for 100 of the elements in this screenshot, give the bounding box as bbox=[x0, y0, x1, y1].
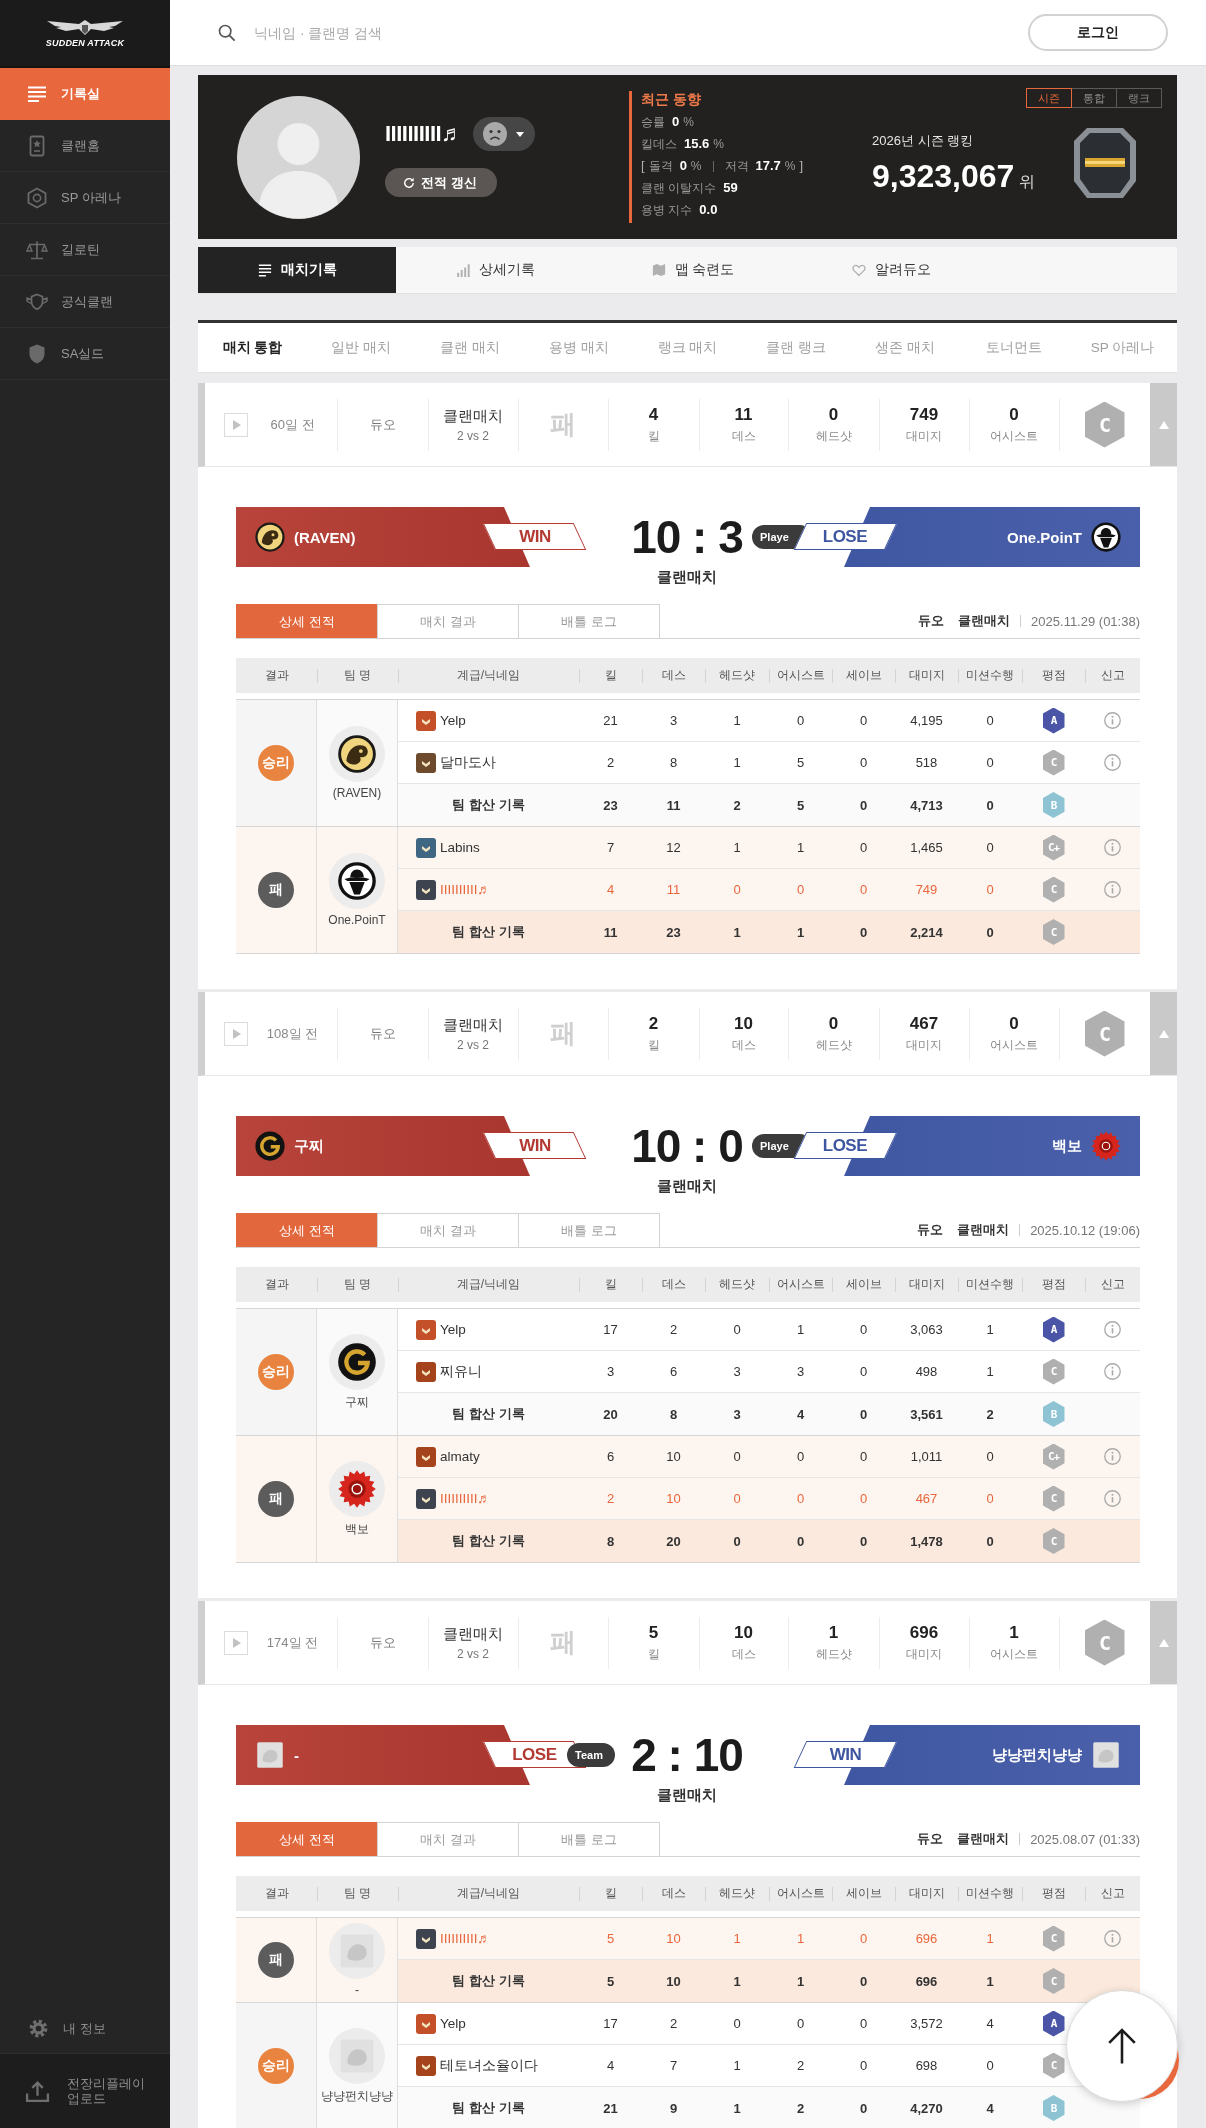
table-cell-text: 1 bbox=[795, 923, 806, 942]
main-tab[interactable]: 상세기록 bbox=[396, 247, 594, 293]
replay-upload-link[interactable]: 전장리플레이 업로드 bbox=[0, 2054, 170, 2128]
sidebar-item[interactable]: SP 아레나 bbox=[0, 172, 170, 224]
mode-filter-tab[interactable]: 토너먼트 bbox=[959, 323, 1069, 372]
mode-filter-tab[interactable]: SP 아레나 bbox=[1068, 323, 1177, 372]
match-format: 2 vs 2 bbox=[457, 1646, 489, 1661]
detail-tab[interactable]: 상세 전적 bbox=[236, 1213, 378, 1247]
player-name[interactable]: 테토녀소율이다 bbox=[440, 2056, 538, 2075]
info-icon[interactable] bbox=[1104, 839, 1121, 856]
player-name[interactable]: Labins bbox=[440, 840, 480, 855]
info-icon[interactable] bbox=[1104, 1363, 1121, 1380]
player-name[interactable]: IIIIIIIIII♬ bbox=[440, 1931, 491, 1946]
play-icon[interactable] bbox=[224, 412, 248, 437]
table-cell-text: 3 bbox=[668, 712, 679, 730]
table-cell-text: 10 bbox=[665, 1972, 682, 1991]
search-icon bbox=[218, 23, 236, 42]
mode-filter-tab[interactable]: 일반 매치 bbox=[306, 323, 416, 372]
info-icon[interactable] bbox=[1104, 712, 1121, 729]
main-tab[interactable]: 매치기록 bbox=[198, 247, 396, 293]
info-icon[interactable] bbox=[1104, 881, 1121, 898]
player-name[interactable]: almaty bbox=[440, 1449, 480, 1464]
match-type: 클랜매치 bbox=[657, 1176, 717, 1196]
info-icon[interactable] bbox=[1104, 1448, 1121, 1465]
team-name: 구찌 bbox=[345, 1393, 369, 1411]
login-button[interactable]: 로그인 bbox=[1028, 14, 1168, 51]
collapse-button[interactable] bbox=[1150, 992, 1177, 1075]
stat-label: 대미지 bbox=[906, 1036, 942, 1054]
mode-filter-tab[interactable]: 랭크 매치 bbox=[633, 323, 742, 372]
table-cell-text: 4,270 bbox=[909, 2099, 944, 2118]
player-name[interactable]: 찌유니 bbox=[440, 1362, 482, 1381]
detail-tab[interactable]: 매치 결과 bbox=[377, 1822, 519, 1856]
table-cell-text: 3,572 bbox=[909, 2015, 944, 2033]
result-badge: 패 bbox=[258, 872, 294, 908]
winged-logo-icon bbox=[45, 18, 125, 36]
info-icon[interactable] bbox=[1104, 754, 1121, 771]
table-cell-text: 698 bbox=[914, 2057, 939, 2075]
sidebar-item[interactable]: SA실드 bbox=[0, 328, 170, 380]
mode-filter-tab[interactable]: 생존 매치 bbox=[850, 323, 960, 372]
table-cell-text: 4,195 bbox=[909, 712, 944, 730]
player-name[interactable]: IIIIIIIIII♬ bbox=[440, 1491, 491, 1506]
detail-tab[interactable]: 상세 전적 bbox=[236, 604, 378, 638]
refresh-button[interactable]: 전적 갱신 bbox=[385, 168, 497, 197]
info-icon[interactable] bbox=[1104, 1321, 1121, 1338]
match-mode: 클랜매치 bbox=[443, 406, 503, 426]
table-cell-text: 21 bbox=[602, 2099, 619, 2118]
mode-filter-tab[interactable]: 클랜 매치 bbox=[415, 323, 525, 372]
table-cell-text: 7 bbox=[605, 839, 616, 857]
player-name[interactable]: IIIIIIIIII♬ bbox=[440, 882, 491, 897]
table-cell-text: 1 bbox=[732, 2099, 742, 2118]
mood-dropdown[interactable] bbox=[472, 117, 535, 151]
grade-badge: C+ bbox=[1042, 834, 1065, 861]
grade-badge: C bbox=[1042, 1925, 1065, 1952]
detail-tab[interactable]: 매치 결과 bbox=[377, 1213, 519, 1247]
table-cell-text: 23 bbox=[602, 796, 619, 815]
main-tab[interactable]: 알려듀오 bbox=[792, 247, 990, 293]
stat-label: 데스 bbox=[731, 1645, 756, 1663]
ranking-tab[interactable]: 통합 bbox=[1071, 88, 1117, 108]
stat-label: 데스 bbox=[731, 1036, 756, 1054]
info-icon[interactable] bbox=[1104, 1930, 1121, 1947]
play-icon[interactable] bbox=[224, 1021, 248, 1046]
play-icon[interactable] bbox=[224, 1630, 248, 1655]
player-name[interactable]: Yelp bbox=[440, 1322, 466, 1337]
stat-label: 클랜 이탈지수 bbox=[641, 180, 717, 197]
mode-filter-tab[interactable]: 매치 통합 bbox=[198, 323, 307, 372]
detail-tab[interactable]: 매치 결과 bbox=[377, 604, 519, 638]
sidebar-item[interactable]: 클랜홈 bbox=[0, 120, 170, 172]
sidebar-item[interactable]: 길로틴 bbox=[0, 224, 170, 276]
detail-tab[interactable]: 상세 전적 bbox=[236, 1822, 378, 1856]
detail-tab[interactable]: 배틀 로그 bbox=[518, 604, 660, 638]
table-cell-text: 0 bbox=[732, 2015, 742, 2033]
player-name[interactable]: Yelp bbox=[440, 2016, 466, 2031]
main-tab[interactable]: 맵 숙련도 bbox=[594, 247, 792, 293]
info-icon[interactable] bbox=[1104, 1490, 1121, 1507]
detail-tab[interactable]: 배틀 로그 bbox=[518, 1822, 660, 1856]
table-cell-text: 0 bbox=[795, 712, 806, 730]
mode-filter-tab[interactable]: 용병 매치 bbox=[524, 323, 634, 372]
sidebar-item[interactable]: 공식클랜 bbox=[0, 276, 170, 328]
player-name[interactable]: 달마도사 bbox=[440, 753, 496, 772]
sidebar-item[interactable]: 기록실 bbox=[0, 68, 170, 120]
team-total-label: 팀 합산 기록 bbox=[451, 1405, 526, 1423]
collapse-button[interactable] bbox=[1150, 383, 1177, 466]
team-name: (RAVEN) bbox=[294, 528, 356, 546]
table-cell-text: 0 bbox=[858, 796, 869, 815]
player-name[interactable]: Yelp bbox=[440, 713, 466, 728]
stat-value: 1 bbox=[828, 1622, 839, 1643]
ranking-tab[interactable]: 랭크 bbox=[1116, 88, 1162, 108]
ranking-tab[interactable]: 시즌 bbox=[1026, 88, 1072, 108]
mode-filter-tab[interactable]: 클랜 랭크 bbox=[741, 323, 851, 372]
match-mode: 클랜매치 bbox=[443, 1624, 503, 1644]
search-field[interactable]: 닉네임 · 클랜명 검색 bbox=[254, 17, 674, 48]
detail-tab[interactable]: 배틀 로그 bbox=[518, 1213, 660, 1247]
table-cell-text: 4 bbox=[605, 2057, 616, 2075]
time-ago: 60일 전 bbox=[269, 415, 316, 434]
grade-badge: A bbox=[1042, 707, 1065, 734]
collapse-button[interactable] bbox=[1150, 1601, 1177, 1684]
match-date: 2025.08.07 (01:33) bbox=[1030, 1831, 1140, 1847]
stat-label: 돌격 bbox=[648, 158, 673, 175]
stat-value: 0 bbox=[1009, 404, 1019, 425]
match-type: 클랜매치 bbox=[657, 1785, 717, 1805]
